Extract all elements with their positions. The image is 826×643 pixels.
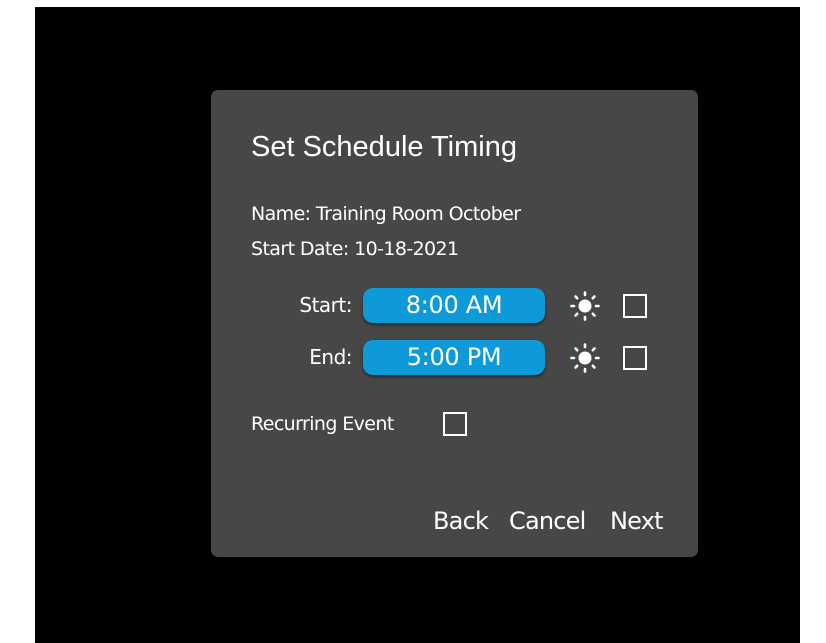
end-time-row: End: 5:00 PM [211, 340, 698, 376]
sun-icon [570, 291, 600, 321]
dialog-title: Set Schedule Timing [251, 131, 517, 163]
end-time-button[interactable]: 5:00 PM [363, 340, 545, 375]
schedule-name: Name: Training Room October [251, 203, 521, 225]
cancel-button[interactable]: Cancel [509, 507, 586, 535]
start-label: Start: [299, 293, 352, 317]
recurring-event-checkbox[interactable] [443, 412, 467, 436]
screen-backdrop: Set Schedule Timing Name: Training Room … [35, 7, 800, 643]
start-daylight-checkbox[interactable] [623, 294, 647, 318]
start-time-row: Start: 8:00 AM [211, 288, 698, 324]
next-button[interactable]: Next [610, 507, 664, 535]
recurring-event-label: Recurring Event [251, 413, 394, 435]
start-time-button[interactable]: 8:00 AM [363, 288, 545, 323]
sun-icon [570, 343, 600, 373]
end-label: End: [309, 345, 352, 369]
back-button[interactable]: Back [433, 507, 489, 535]
start-date: Start Date: 10-18-2021 [251, 238, 459, 260]
end-daylight-checkbox[interactable] [623, 346, 647, 370]
schedule-timing-dialog: Set Schedule Timing Name: Training Room … [211, 90, 698, 557]
